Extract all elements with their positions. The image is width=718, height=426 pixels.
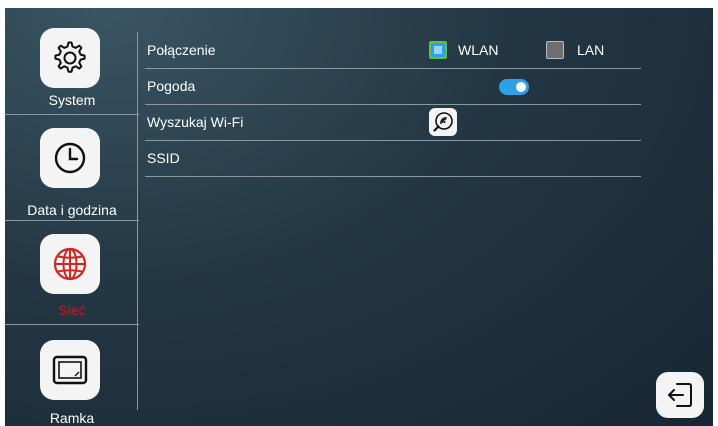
sidebar-divider [5,114,139,115]
settings-screen: System Data i godzina Sieć Ramka Połącze… [5,8,713,426]
clock-icon [40,128,100,188]
sidebar-content-divider [137,32,138,410]
wifi-search-label: Wyszukaj Wi-Fi [147,114,244,130]
gear-icon [40,28,100,88]
sidebar-item-date-time[interactable]: Data i godzina [5,116,139,218]
sidebar-item-label: Data i godzina [27,202,117,218]
lan-checkbox[interactable] [546,41,564,59]
connection-label: Połączenie [147,42,216,58]
wlan-option-label[interactable]: WLAN [458,42,498,58]
settings-row-connection: Połączenie WLAN LAN [145,34,641,69]
exit-button[interactable] [656,372,704,418]
globe-icon [40,234,100,294]
sidebar-item-label: Sieć [58,302,86,318]
weather-toggle[interactable] [499,79,529,95]
toggle-knob [516,82,526,92]
wlan-checkbox[interactable] [429,41,447,59]
frame-icon [40,340,100,400]
sidebar-item-system[interactable]: System [5,8,139,108]
settings-row-weather: Pogoda [145,70,641,105]
settings-row-ssid[interactable]: SSID [145,142,641,177]
wifi-search-icon [433,112,453,132]
sidebar-item-frame[interactable]: Ramka [5,326,139,426]
weather-label: Pogoda [147,78,196,94]
exit-icon [668,383,692,407]
wifi-search-button[interactable] [429,108,457,136]
sidebar-divider [5,324,139,325]
sidebar-divider [5,220,139,221]
sidebar: System Data i godzina Sieć Ramka [5,8,139,426]
lan-option-label[interactable]: LAN [577,42,604,58]
settings-row-wifi-search: Wyszukaj Wi-Fi [145,106,641,141]
sidebar-item-label: Ramka [49,410,95,426]
ssid-label: SSID [147,150,180,166]
sidebar-item-network[interactable]: Sieć [5,222,139,322]
sidebar-item-label: System [48,92,96,108]
